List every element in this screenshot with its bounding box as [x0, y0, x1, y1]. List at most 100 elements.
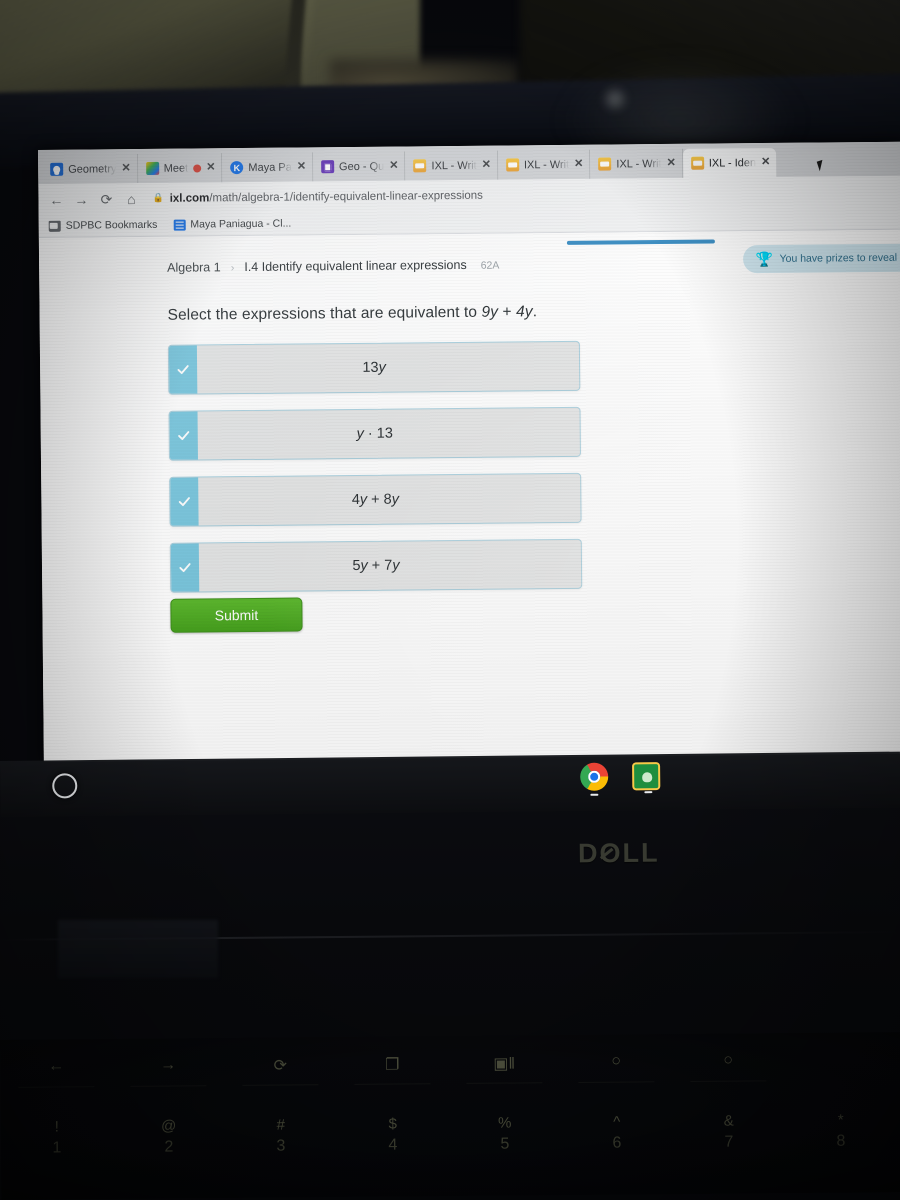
- browser-tab-1[interactable]: Meet ✕: [137, 153, 223, 184]
- laptop-photo: Geometry ✕ Meet ✕ K Maya Pa ✕ Geo - Qu ✕ IXL - Wr…: [0, 0, 900, 1200]
- url-host: ixl.com: [169, 191, 210, 205]
- option-label: 13y: [362, 359, 386, 376]
- close-icon[interactable]: ✕: [121, 162, 130, 174]
- key-number: 8: [836, 1132, 846, 1150]
- bookmark-sdpbc[interactable]: SDPBC Bookmarks: [48, 218, 158, 232]
- shelf-app-icons: [580, 762, 661, 796]
- checkmark-icon: [178, 497, 190, 507]
- home-button[interactable]: ⌂: [119, 186, 143, 210]
- browser-tab-5[interactable]: IXL - Writ ✕: [497, 149, 591, 180]
- prize-banner[interactable]: You have prizes to reveal: [743, 243, 900, 274]
- key-symbol: @: [161, 1117, 177, 1135]
- ixl-icon: [598, 157, 612, 171]
- browser-tab-0[interactable]: Geometry ✕: [42, 154, 138, 184]
- option-label: 4y + 8y: [351, 491, 400, 509]
- answer-option-0[interactable]: 13y: [167, 340, 581, 395]
- tab-title: IXL - Writ: [616, 157, 662, 170]
- answer-option-2[interactable]: 4y + 8y: [169, 472, 582, 527]
- key-edge: [130, 1085, 207, 1087]
- close-icon[interactable]: ✕: [667, 157, 676, 169]
- number-key-row: ! 1 @2 #3 $4% 5 ^ 6 & 7 * 8: [1, 1110, 900, 1160]
- laptop-screen: Geometry ✕ Meet ✕ K Maya Pa ✕ Geo - Qu ✕ IXL - Wr…: [38, 141, 900, 762]
- key-edge: [578, 1081, 655, 1083]
- ixl-icon: [413, 159, 427, 173]
- close-icon[interactable]: ✕: [761, 156, 770, 168]
- dell-logo-ll: LL: [622, 837, 660, 868]
- back-button[interactable]: ←: [44, 187, 68, 211]
- answer-option-1[interactable]: y · 13: [168, 406, 581, 461]
- key-symbol: $: [388, 1115, 397, 1133]
- skill-code: 62A: [480, 259, 500, 272]
- url-text: ixl.com/math/algebra-1/identify-equivale…: [170, 189, 483, 204]
- checkmark-icon: [179, 563, 191, 573]
- chevron-right-icon: ›: [230, 262, 235, 275]
- progress-bar-fill: [566, 239, 715, 245]
- tab-title: IXL - Writ: [523, 158, 570, 171]
- close-icon[interactable]: ✕: [297, 160, 306, 172]
- folder-icon: [48, 220, 61, 232]
- option-checkbox[interactable]: [170, 477, 199, 526]
- number-key-1: ! 1: [1, 1117, 113, 1160]
- answer-options-list: 13y y · 13 4y + 8y 5y + 7y: [167, 340, 583, 609]
- function-key-2: ⟳: [224, 1055, 336, 1086]
- browser-tab-7[interactable]: IXL - Iden ✕: [682, 147, 777, 178]
- dell-logo-o: O: [599, 837, 623, 869]
- close-icon[interactable]: ✕: [389, 160, 398, 172]
- function-key-row: ← → ⟳ ❐ ▣‖ ○ ○: [0, 1050, 900, 1088]
- key-symbol: &: [723, 1112, 734, 1130]
- key-symbol: ^: [613, 1113, 621, 1131]
- tab-title: Geometry: [68, 162, 117, 176]
- breadcrumb-skill: I.4 Identify equivalent linear expressio…: [244, 257, 467, 275]
- reload-button[interactable]: ⟳: [94, 187, 118, 211]
- submit-button[interactable]: Submit: [170, 597, 303, 633]
- browser-tab-6[interactable]: IXL - Writ ✕: [590, 148, 683, 179]
- key-symbol: !: [54, 1118, 59, 1136]
- breadcrumb-course[interactable]: Algebra 1: [167, 260, 221, 275]
- function-key-4: ▣‖: [448, 1053, 560, 1084]
- forward-button[interactable]: →: [69, 187, 93, 211]
- browser-tab-4[interactable]: IXL - Writ ✕: [405, 150, 499, 181]
- laptop-keyboard: ← → ⟳ ❐ ▣‖ ○ ○ ! 1 @2 #3 $4% 5 ^ 6 & 7 * 8: [0, 1032, 900, 1200]
- chrome-icon[interactable]: [580, 762, 609, 796]
- option-label: 5y + 7y: [352, 557, 400, 575]
- tab-title: IXL - Writ: [431, 159, 477, 172]
- close-icon[interactable]: ✕: [574, 158, 583, 170]
- ixl-icon: [505, 158, 519, 172]
- dell-logo: DOLL: [578, 838, 660, 870]
- bookmark-maya-paniagua[interactable]: Maya Paniagua - Cl...: [173, 218, 291, 231]
- tab-title: Geo - Qu: [338, 160, 385, 173]
- option-checkbox[interactable]: [168, 345, 198, 394]
- key-symbol: #: [276, 1116, 285, 1134]
- launcher-icon[interactable]: [52, 773, 78, 799]
- recording-indicator-icon: [193, 163, 202, 173]
- option-checkbox[interactable]: [170, 543, 200, 592]
- address-bar[interactable]: 🔒 ixl.com/math/algebra-1/identify-equiva…: [152, 181, 898, 209]
- answer-option-3[interactable]: 5y + 7y: [169, 538, 583, 593]
- function-key-6: ○: [672, 1051, 784, 1082]
- number-key-4: $4: [337, 1114, 449, 1157]
- kami-icon: K: [230, 161, 244, 175]
- chromeos-shelf: [0, 751, 900, 817]
- breadcrumb: Algebra 1 › I.4 Identify equivalent line…: [167, 258, 499, 275]
- ixl-icon: [690, 156, 704, 170]
- bookmark-label: SDPBC Bookmarks: [65, 218, 158, 232]
- checkmark-icon: [177, 365, 189, 375]
- lock-icon: 🔒: [152, 192, 164, 203]
- option-checkbox[interactable]: [169, 411, 198, 460]
- key-edge: [242, 1084, 319, 1086]
- prize-banner-text: You have prizes to reveal: [779, 251, 898, 265]
- function-key-1: →: [112, 1056, 224, 1087]
- function-key-3: ❐: [336, 1054, 448, 1085]
- close-icon[interactable]: ✕: [482, 159, 491, 171]
- option-label: y · 13: [356, 425, 393, 442]
- key-symbol: %: [497, 1114, 512, 1132]
- number-key-5: % 5: [449, 1113, 561, 1156]
- key-number: 5: [500, 1135, 510, 1153]
- browser-tab-3[interactable]: Geo - Qu ✕: [312, 151, 406, 182]
- browser-tab-2[interactable]: K Maya Pa ✕: [222, 152, 314, 183]
- classroom-icon: [50, 162, 64, 176]
- close-icon[interactable]: ✕: [206, 161, 215, 173]
- google-classroom-icon[interactable]: [632, 762, 661, 794]
- tab-title: Meet: [163, 162, 189, 175]
- expr-term-b: 4y: [515, 303, 533, 321]
